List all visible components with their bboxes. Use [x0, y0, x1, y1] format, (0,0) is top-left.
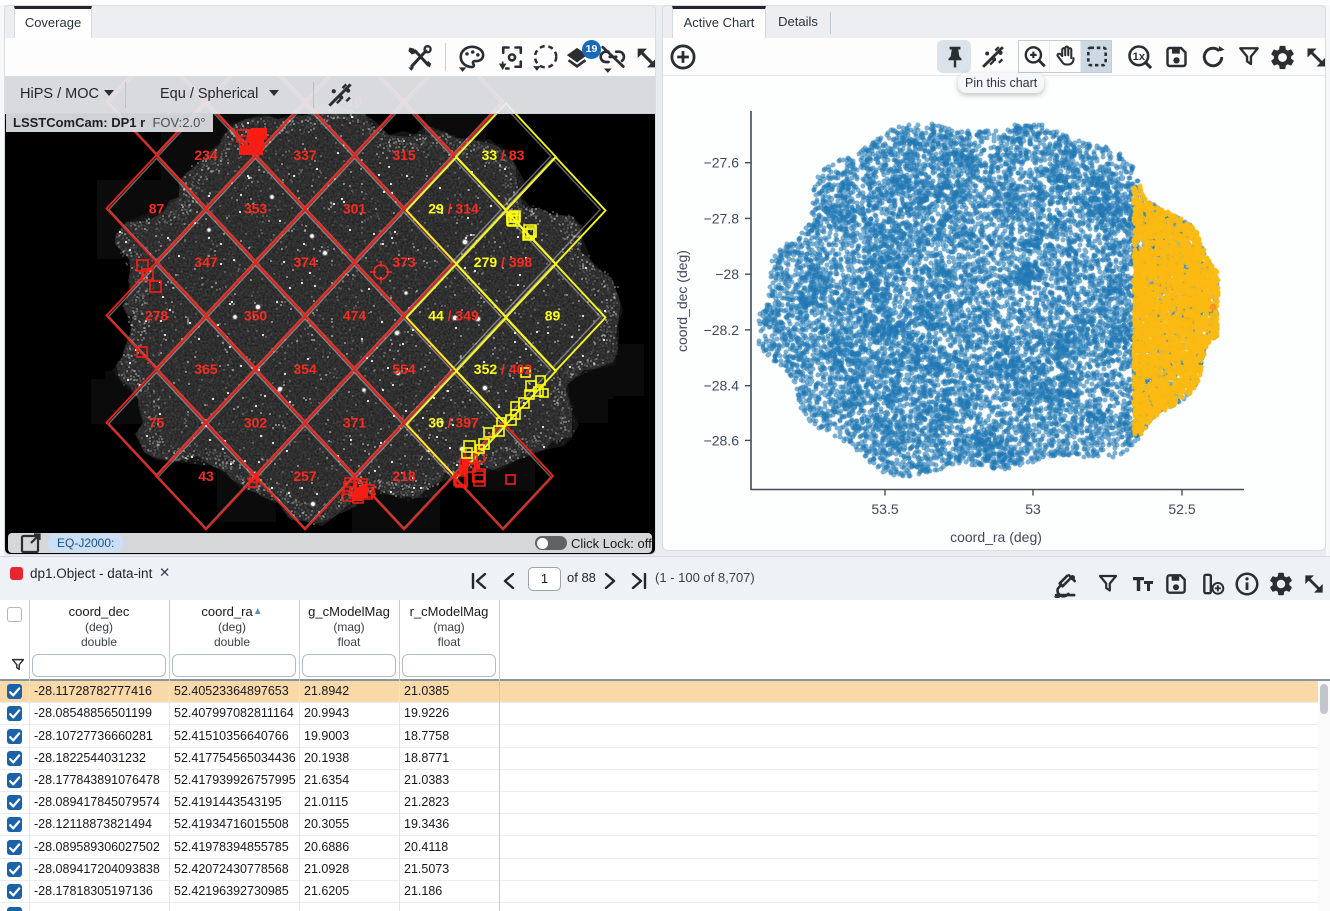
svg-text:347: 347 — [194, 254, 218, 270]
svg-text:coord_ra (deg): coord_ra (deg) — [950, 529, 1042, 545]
svg-text:352 / 402: 352 / 402 — [474, 361, 533, 377]
svg-text:−27.8: −27.8 — [704, 210, 740, 226]
svg-text:−28.4: −28.4 — [704, 378, 740, 394]
svg-text:53.5: 53.5 — [871, 501, 898, 517]
svg-text:29 / 314: 29 / 314 — [428, 201, 479, 217]
svg-text:374: 374 — [293, 254, 317, 270]
svg-text:279 / 398: 279 / 398 — [474, 254, 533, 270]
svg-text:315: 315 — [392, 147, 416, 163]
svg-text:89: 89 — [545, 308, 561, 324]
svg-text:53: 53 — [1025, 501, 1041, 517]
svg-text:373: 373 — [392, 254, 416, 270]
svg-text:−28: −28 — [715, 266, 739, 282]
svg-text:87: 87 — [149, 201, 165, 217]
svg-text:coord_dec (deg): coord_dec (deg) — [674, 250, 690, 352]
svg-text:350: 350 — [244, 308, 268, 324]
svg-text:337: 337 — [293, 147, 317, 163]
svg-text:371: 371 — [343, 415, 367, 431]
svg-text:−27.6: −27.6 — [704, 155, 740, 171]
svg-text:43: 43 — [198, 468, 214, 484]
svg-text:52.5: 52.5 — [1168, 501, 1195, 517]
svg-text:−28.6: −28.6 — [704, 432, 740, 448]
svg-text:−28.2: −28.2 — [704, 322, 740, 338]
svg-text:218: 218 — [392, 468, 416, 484]
svg-text:234: 234 — [194, 147, 218, 163]
svg-text:33 / 83: 33 / 83 — [482, 147, 525, 163]
svg-text:365: 365 — [194, 361, 218, 377]
svg-text:75: 75 — [149, 415, 165, 431]
svg-text:302: 302 — [244, 415, 268, 431]
svg-text:257: 257 — [293, 468, 317, 484]
svg-text:353: 353 — [244, 201, 268, 217]
svg-text:36 / 397: 36 / 397 — [428, 415, 479, 431]
svg-text:44 / 349: 44 / 349 — [428, 308, 479, 324]
svg-text:301: 301 — [343, 201, 367, 217]
svg-text:1x: 1x — [1133, 51, 1146, 63]
svg-text:554: 554 — [392, 361, 416, 377]
svg-text:354: 354 — [293, 361, 317, 377]
svg-text:278: 278 — [145, 308, 169, 324]
svg-text:474: 474 — [343, 308, 367, 324]
